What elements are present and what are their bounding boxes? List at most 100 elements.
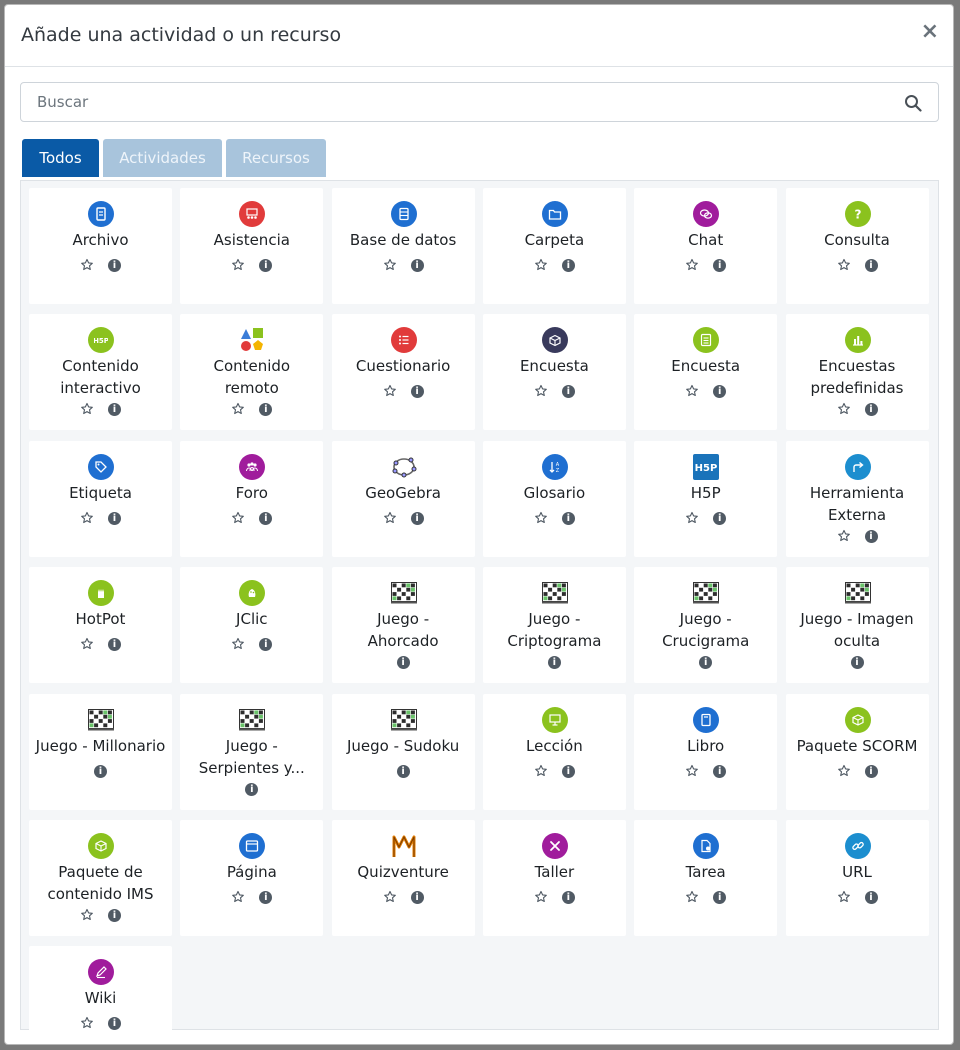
activity-card[interactable]: Herramienta Externa i xyxy=(785,440,929,557)
info-icon[interactable]: i xyxy=(108,259,121,272)
activity-card[interactable]: Lección i xyxy=(482,693,626,810)
activity-card[interactable]: Juego - Criptograma i xyxy=(482,567,626,684)
star-icon[interactable] xyxy=(685,384,699,398)
info-icon[interactable]: i xyxy=(259,259,273,272)
star-icon[interactable] xyxy=(837,258,851,272)
info-icon[interactable]: i xyxy=(410,891,424,904)
info-icon[interactable]: i xyxy=(259,638,273,652)
info-icon[interactable]: i xyxy=(94,764,107,778)
activity-card[interactable]: H5P H5P i xyxy=(634,440,778,557)
search-icon[interactable] xyxy=(904,94,922,112)
info-icon[interactable]: i xyxy=(713,764,727,778)
info-icon[interactable]: i xyxy=(245,782,259,796)
star-icon[interactable] xyxy=(231,258,245,272)
activity-card[interactable]: Juego - Crucigrama i xyxy=(634,567,778,684)
star-icon[interactable] xyxy=(534,384,548,398)
info-icon[interactable]: i xyxy=(108,1017,121,1031)
star-icon[interactable] xyxy=(80,637,94,651)
star-icon[interactable] xyxy=(383,258,397,272)
info-icon[interactable]: i xyxy=(864,529,878,543)
star-icon[interactable] xyxy=(231,637,245,651)
info-icon[interactable]: i xyxy=(108,909,121,922)
activity-card[interactable]: Encuesta i xyxy=(634,314,778,431)
info-icon[interactable]: i xyxy=(410,259,424,272)
activity-card[interactable]: Foro i xyxy=(180,440,324,557)
activity-card[interactable]: Juego - Imagen oculta i xyxy=(785,567,929,684)
activity-card[interactable]: Cuestionario i xyxy=(331,314,475,431)
star-icon[interactable] xyxy=(231,890,245,904)
info-icon[interactable]: i xyxy=(713,259,727,272)
info-icon[interactable]: i xyxy=(561,891,575,904)
tab-activities[interactable]: Actividades xyxy=(103,139,222,177)
activity-card[interactable]: Encuesta i xyxy=(482,314,626,431)
activity-card[interactable]: Juego - Sudoku i xyxy=(331,693,475,810)
info-icon[interactable]: i xyxy=(561,385,575,399)
activity-card[interactable]: Archivo i xyxy=(29,188,172,304)
info-icon[interactable]: i xyxy=(699,656,713,670)
star-icon[interactable] xyxy=(383,384,397,398)
activity-card[interactable]: GeoGebra i xyxy=(331,440,475,557)
activity-card[interactable]: Paquete de contenido IMS i xyxy=(29,820,172,936)
info-icon[interactable]: i xyxy=(259,511,273,525)
activity-card[interactable]: Encuestas predefinidas i xyxy=(785,314,929,431)
star-icon[interactable] xyxy=(231,402,245,416)
info-icon[interactable]: i xyxy=(713,891,727,904)
activity-card[interactable]: JClic i xyxy=(180,567,324,684)
activity-card[interactable]: Asistencia i xyxy=(180,188,324,304)
activity-card[interactable]: ? Consulta i xyxy=(785,188,929,304)
search-input[interactable] xyxy=(21,83,877,121)
info-icon[interactable]: i xyxy=(561,764,575,778)
star-icon[interactable] xyxy=(80,511,94,525)
activity-card[interactable]: Juego - Serpientes y... i xyxy=(180,693,324,810)
close-icon[interactable]: × xyxy=(921,21,939,43)
activity-card[interactable]: A Z Glosario i xyxy=(482,440,626,557)
info-icon[interactable]: i xyxy=(410,511,424,525)
activity-card[interactable]: HotPot i xyxy=(29,567,172,684)
activity-card[interactable]: Base de datos i xyxy=(331,188,475,304)
info-icon[interactable]: i xyxy=(713,385,727,399)
star-icon[interactable] xyxy=(837,402,851,416)
star-icon[interactable] xyxy=(231,511,245,525)
info-icon[interactable]: i xyxy=(396,656,410,670)
activity-card[interactable]: Carpeta i xyxy=(482,188,626,304)
star-icon[interactable] xyxy=(685,511,699,525)
info-icon[interactable]: i xyxy=(713,511,727,525)
star-icon[interactable] xyxy=(534,258,548,272)
info-icon[interactable]: i xyxy=(108,403,121,417)
star-icon[interactable] xyxy=(685,890,699,904)
star-icon[interactable] xyxy=(383,890,397,904)
info-icon[interactable]: i xyxy=(864,259,878,272)
star-icon[interactable] xyxy=(383,511,397,525)
star-icon[interactable] xyxy=(534,511,548,525)
info-icon[interactable]: i xyxy=(108,638,121,652)
info-icon[interactable]: i xyxy=(396,764,410,778)
star-icon[interactable] xyxy=(80,402,94,416)
star-icon[interactable] xyxy=(80,908,94,922)
activity-card[interactable]: URL i xyxy=(785,820,929,936)
activity-card[interactable]: Chat i xyxy=(634,188,778,304)
tab-all[interactable]: Todos xyxy=(22,139,99,177)
star-icon[interactable] xyxy=(80,258,94,272)
info-icon[interactable]: i xyxy=(561,511,575,525)
star-icon[interactable] xyxy=(837,529,851,543)
activity-card[interactable]: Juego - Millonario i xyxy=(29,693,172,810)
info-icon[interactable]: i xyxy=(864,764,878,778)
info-icon[interactable]: i xyxy=(108,511,121,525)
activity-card[interactable]: Página i xyxy=(180,820,324,936)
activity-card[interactable]: H5P Contenido interactivo i xyxy=(29,314,172,431)
activity-card[interactable]: Wiki i xyxy=(29,946,172,1044)
activity-card[interactable]: Contenido remoto i xyxy=(180,314,324,431)
star-icon[interactable] xyxy=(534,890,548,904)
activity-card[interactable]: Tarea i xyxy=(634,820,778,936)
activity-card[interactable]: Juego - Ahorcado i xyxy=(331,567,475,684)
info-icon[interactable]: i xyxy=(259,891,273,904)
activity-card[interactable]: Etiqueta i xyxy=(29,440,172,557)
tab-resources[interactable]: Recursos xyxy=(226,139,326,177)
star-icon[interactable] xyxy=(534,764,548,778)
info-icon[interactable]: i xyxy=(410,385,424,399)
info-icon[interactable]: i xyxy=(547,656,561,670)
star-icon[interactable] xyxy=(837,890,851,904)
activity-card[interactable]: Libro i xyxy=(634,693,778,810)
activity-card[interactable]: Paquete SCORM i xyxy=(785,693,929,810)
info-icon[interactable]: i xyxy=(864,891,878,904)
